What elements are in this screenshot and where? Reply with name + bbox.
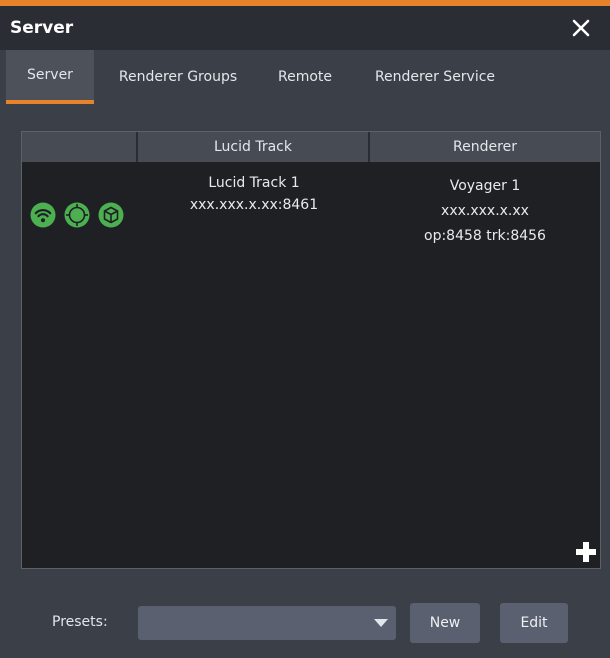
title-bar: Server: [0, 6, 610, 50]
new-preset-button[interactable]: New: [410, 603, 480, 643]
close-button[interactable]: [568, 12, 594, 42]
renderer-address: xxx.xxx.x.xx: [441, 203, 529, 219]
presets-label: Presets:: [52, 614, 108, 630]
renderer-name: Voyager 1: [449, 178, 521, 194]
cube-icon: [98, 202, 124, 228]
plus-icon: [576, 542, 596, 562]
target-icon: [64, 202, 90, 228]
server-list-panel: Lucid Track Renderer Lucid Track 1 xxx.x…: [21, 131, 601, 569]
table-header: Lucid Track Renderer: [22, 132, 600, 162]
tab-renderer-groups[interactable]: Renderer Groups: [104, 50, 252, 104]
lucid-track-cell: Lucid Track 1 xxx.xxx.x.xx:8461: [138, 172, 370, 216]
renderer-cell: Voyager 1 xxx.xxx.x.xx op:8458 trk:8456: [370, 174, 600, 249]
tab-bar: Server Renderer Groups Remote Renderer S…: [0, 50, 610, 104]
wifi-icon: [30, 202, 56, 228]
lucid-track-name: Lucid Track 1: [208, 175, 300, 191]
window-title: Server: [10, 18, 74, 38]
column-header-renderer: Renderer: [370, 132, 600, 162]
presets-dropdown[interactable]: [138, 606, 396, 640]
lucid-track-address: xxx.xxx.x.xx:8461: [189, 197, 319, 213]
column-header-lucid-track: Lucid Track: [138, 132, 370, 162]
tab-remote[interactable]: Remote: [262, 50, 348, 104]
close-icon: [572, 19, 590, 37]
column-header-status: [22, 132, 138, 162]
dropdown-arrow-icon: [374, 619, 388, 627]
add-server-button[interactable]: [574, 540, 598, 564]
tab-renderer-service[interactable]: Renderer Service: [360, 50, 510, 104]
server-window: Server Server Renderer Groups Remote Ren…: [0, 0, 610, 658]
table-row[interactable]: Lucid Track 1 xxx.xxx.x.xx:8461 Voyager …: [22, 168, 600, 258]
tab-server[interactable]: Server: [6, 50, 94, 104]
edit-preset-button[interactable]: Edit: [500, 603, 568, 643]
renderer-ports: op:8458 trk:8456: [424, 228, 546, 244]
